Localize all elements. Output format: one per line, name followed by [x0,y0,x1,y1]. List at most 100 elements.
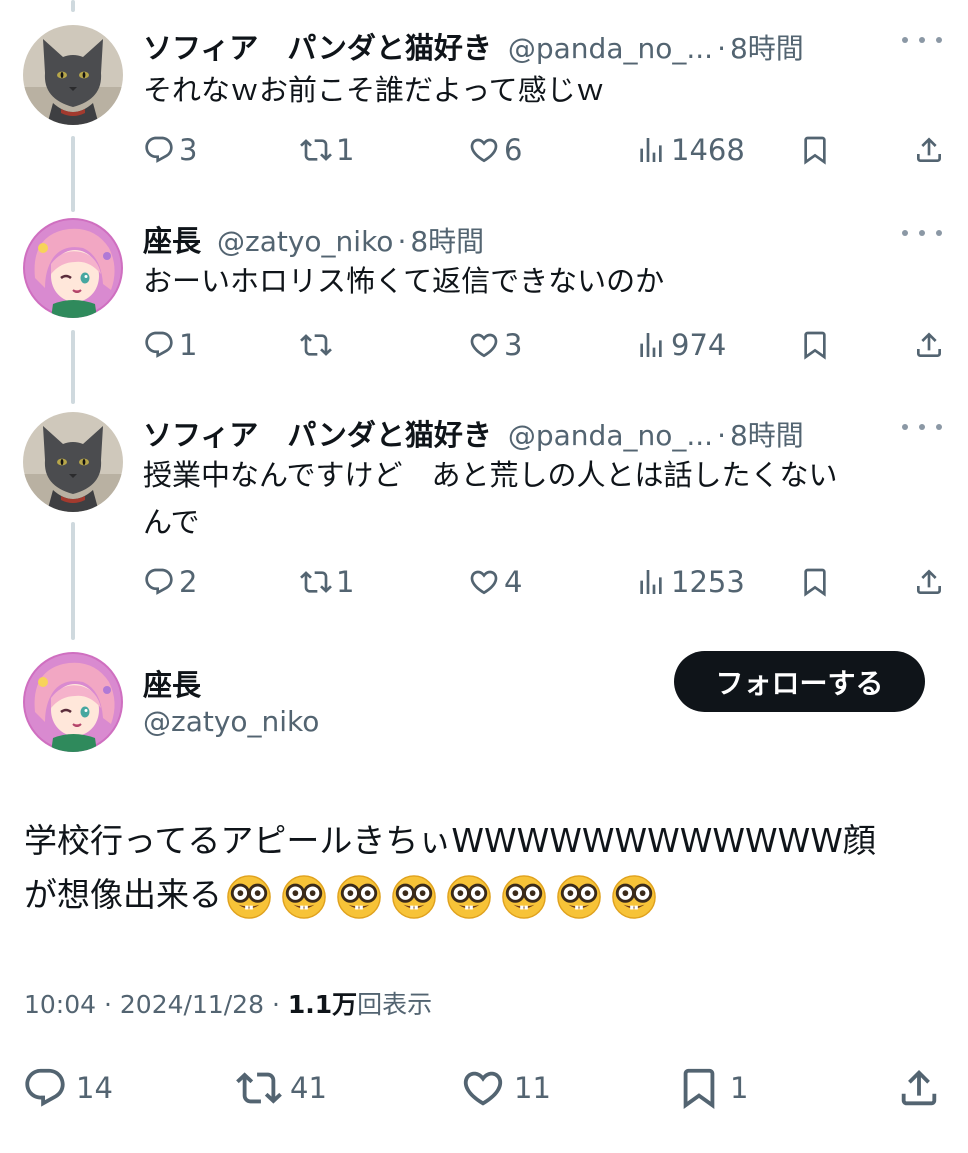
avatar[interactable] [23,412,123,512]
views-button[interactable]: 974 [635,325,726,365]
avatar[interactable] [23,218,123,318]
like-button[interactable]: 4 [468,562,522,602]
bookmark-button[interactable] [799,130,835,170]
bar-chart-icon [635,566,667,598]
nerd-face-emoji [226,874,272,920]
post-text: おーいホロリス怖くて返信できないのか [143,264,665,298]
view-count: 974 [671,328,727,362]
like-count: 3 [504,328,523,362]
like-button[interactable]: 11 [460,1060,551,1116]
views-button[interactable]: 1468 [635,130,745,170]
emoji-row [226,874,657,920]
heart-icon [468,329,500,361]
post-time[interactable]: 8時間 [410,220,484,260]
bookmark-count: 1 [730,1071,749,1105]
reply-count: 2 [179,565,198,599]
retweet-icon [300,329,332,361]
post-text-line: 授業中なんですけど あと荒しの人とは話したくない [143,458,838,492]
post-date[interactable]: 2024/11/28 [120,990,264,1019]
follow-button[interactable]: フォローする [674,651,925,712]
reply-icon [143,566,175,598]
retweet-button[interactable]: 41 [236,1060,327,1116]
view-count: 1468 [671,133,745,167]
post-meta: 10:04 · 2024/11/28 · 1.1万回表示 [24,985,432,1021]
main-post-text-line: が想像出来る [24,875,222,914]
share-button[interactable] [913,130,949,170]
share-button[interactable] [913,325,949,365]
more-options-icon[interactable] [902,420,942,434]
heart-icon [468,134,500,166]
user-handle[interactable]: @zatyo_niko [217,225,393,258]
main-post-text-line2-wrap: が想像出来る [24,868,944,922]
user-handle[interactable]: @panda_no_... [508,419,713,452]
reply-icon [143,329,175,361]
post-time[interactable]: 8時間 [730,27,804,67]
reply-button[interactable]: 1 [143,325,197,365]
bar-chart-icon [635,329,667,361]
share-icon [913,134,945,166]
avatar[interactable] [23,25,123,125]
reply-button[interactable]: 2 [143,562,197,602]
nerd-face-emoji [281,874,327,920]
retweet-button[interactable] [300,325,336,365]
post-text-line: んで [143,505,200,539]
nerd-face-emoji [391,874,437,920]
nerd-face-emoji [611,874,657,920]
like-button[interactable]: 3 [468,325,522,365]
views-button[interactable]: 1253 [635,562,745,602]
main-post-text: 学校行ってるアピールきちぃWWWWWWWWWWWW顔 が想像出来る [24,814,944,922]
more-options-icon[interactable] [902,226,942,240]
share-button[interactable] [913,562,949,602]
display-name[interactable]: 座長 [143,218,201,260]
retweet-icon [300,566,332,598]
reply-button[interactable]: 14 [22,1060,113,1116]
reply-button[interactable]: 3 [143,130,197,170]
nerd-face-emoji [446,874,492,920]
post-time[interactable]: 8時間 [730,414,804,454]
share-icon [913,566,945,598]
post-time[interactable]: 10:04 [24,990,96,1019]
share-icon [896,1065,942,1111]
retweet-button[interactable]: 1 [300,130,354,170]
like-count: 4 [504,565,523,599]
heart-icon [460,1065,506,1111]
retweet-icon [236,1065,282,1111]
separator: · [717,32,726,65]
heart-icon [468,566,500,598]
action-bar: 3 1 6 1468 [143,130,944,170]
bookmark-button[interactable] [799,325,835,365]
reply-count: 1 [179,328,198,362]
bookmark-button[interactable] [799,562,835,602]
user-handle[interactable]: @panda_no_... [508,32,713,65]
bookmark-button[interactable]: 1 [676,1060,748,1116]
nerd-face-emoji [501,874,547,920]
share-button[interactable] [896,1060,950,1116]
bookmark-icon [799,329,831,361]
display-name[interactable]: ソフィア パンダと猫好き [143,25,492,67]
main-post-display-name[interactable]: 座長 [143,662,201,704]
like-count: 11 [514,1071,551,1105]
retweet-count: 1 [336,565,355,599]
post-header: 座長 @zatyo_niko · 8時間 [143,218,868,262]
views-label: 回表示 [357,990,433,1019]
reply-icon [143,134,175,166]
bookmark-icon [676,1065,722,1111]
display-name[interactable]: ソフィア パンダと猫好き [143,412,492,454]
main-post-text-line: 学校行ってるアピールきちぃWWWWWWWWWWWW顔 [24,821,876,860]
separator: · [717,419,726,452]
retweet-button[interactable]: 1 [300,562,354,602]
like-button[interactable]: 6 [468,130,522,170]
action-bar: 2 1 4 1253 [143,562,944,602]
retweet-count: 1 [336,133,355,167]
reply-count: 14 [76,1071,113,1105]
thread-line-2 [71,330,75,404]
separator: · [104,990,112,1019]
main-post-avatar[interactable] [23,652,123,752]
bar-chart-icon [635,134,667,166]
share-icon [913,329,945,361]
thread-line-top [71,0,75,12]
reply-count: 3 [179,133,198,167]
main-post-handle[interactable]: @zatyo_niko [143,705,319,738]
more-options-icon[interactable] [902,33,942,47]
like-count: 6 [504,133,523,167]
